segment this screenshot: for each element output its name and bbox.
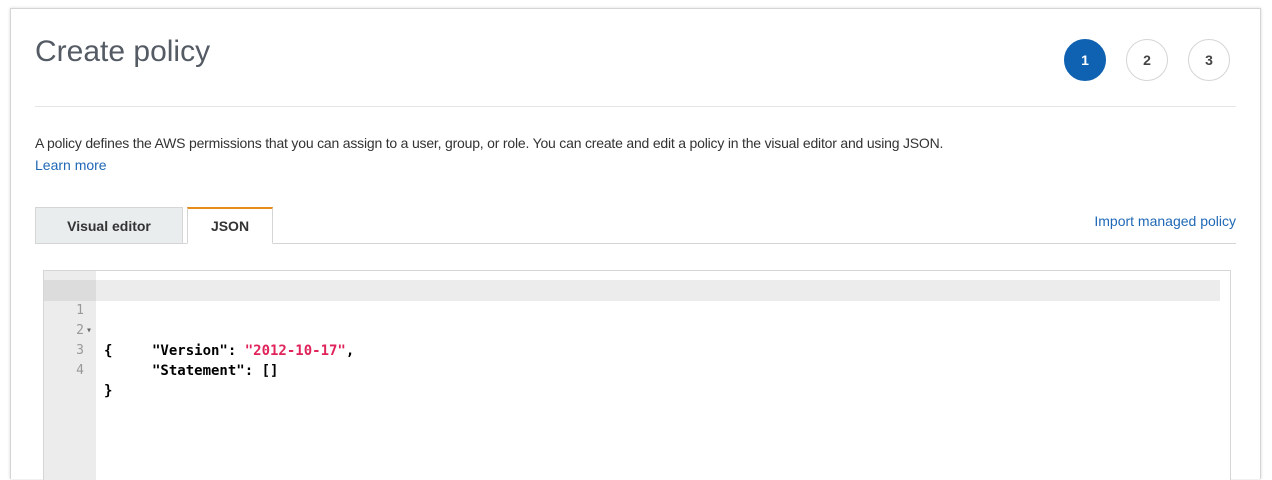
- statement-key: "Statement": [152, 363, 245, 379]
- code-line[interactable]: 4 }: [44, 341, 1230, 399]
- step-1-indicator[interactable]: 1: [1064, 39, 1106, 81]
- step-3-indicator[interactable]: 3: [1188, 39, 1230, 81]
- statement-value: []: [261, 363, 279, 379]
- json-code-editor[interactable]: 1 ▾ { 2 "Version": "2012-10-17", 3 "Stat…: [43, 270, 1231, 480]
- line-number: 4: [76, 363, 84, 378]
- import-managed-policy-link[interactable]: Import managed policy: [1094, 213, 1236, 229]
- code-text: "Statement": []: [152, 361, 278, 381]
- learn-more-link[interactable]: Learn more: [35, 157, 107, 173]
- policy-description: A policy defines the AWS permissions tha…: [35, 135, 944, 151]
- create-policy-panel: Create policy 1 2 3 A policy defines the…: [10, 8, 1261, 480]
- header-divider: [35, 106, 1236, 107]
- editor-tabs: Visual editor JSON Import managed policy: [35, 207, 1236, 244]
- tab-json[interactable]: JSON: [187, 207, 273, 244]
- page-title: Create policy: [35, 35, 211, 68]
- close-brace: }: [104, 383, 113, 399]
- tab-visual-editor[interactable]: Visual editor: [35, 207, 183, 243]
- key-separator: :: [244, 363, 262, 379]
- code-line[interactable]: 1 ▾ {: [44, 281, 1230, 359]
- code-text: }: [104, 381, 112, 401]
- wizard-steps: 1 2 3: [1064, 39, 1230, 81]
- step-2-indicator[interactable]: 2: [1126, 39, 1168, 81]
- code-line[interactable]: 2 "Version": "2012-10-17",: [44, 301, 1230, 359]
- code-line[interactable]: 3 "Statement": []: [44, 321, 1230, 379]
